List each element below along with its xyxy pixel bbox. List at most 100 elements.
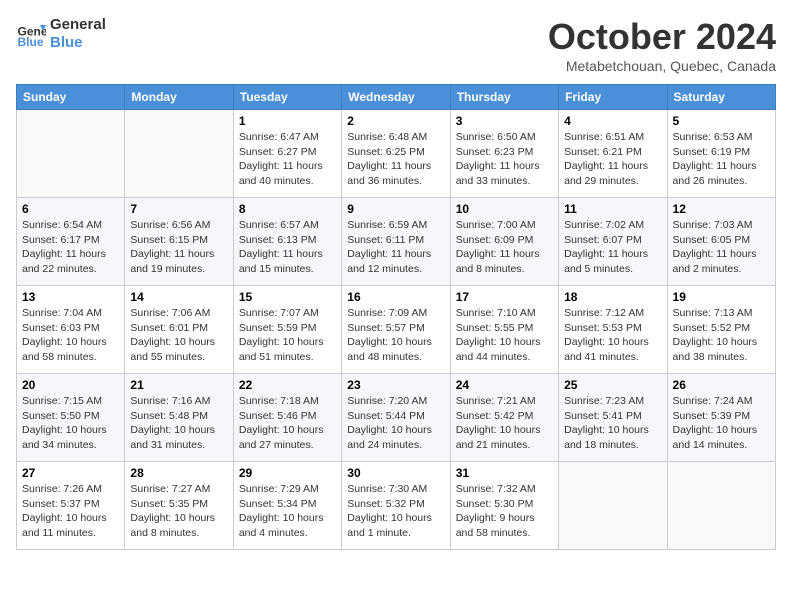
day-info: Sunrise: 7:29 AM Sunset: 5:34 PM Dayligh… xyxy=(239,482,336,541)
day-of-week-header: Friday xyxy=(559,85,667,110)
day-number: 16 xyxy=(347,290,444,304)
day-number: 19 xyxy=(673,290,770,304)
calendar-day-cell: 10 Sunrise: 7:00 AM Sunset: 6:09 PM Dayli… xyxy=(450,198,558,286)
day-number: 1 xyxy=(239,114,336,128)
day-info: Sunrise: 7:10 AM Sunset: 5:55 PM Dayligh… xyxy=(456,306,553,365)
calendar-week-row: 6 Sunrise: 6:54 AM Sunset: 6:17 PM Daylig… xyxy=(17,198,776,286)
day-of-week-header: Saturday xyxy=(667,85,775,110)
calendar-day-cell: 2 Sunrise: 6:48 AM Sunset: 6:25 PM Daylig… xyxy=(342,110,450,198)
day-info: Sunrise: 7:02 AM Sunset: 6:07 PM Dayligh… xyxy=(564,218,661,277)
day-number: 27 xyxy=(22,466,119,480)
calendar-week-row: 1 Sunrise: 6:47 AM Sunset: 6:27 PM Daylig… xyxy=(17,110,776,198)
day-number: 14 xyxy=(130,290,227,304)
calendar-header-row: SundayMondayTuesdayWednesdayThursdayFrid… xyxy=(17,85,776,110)
calendar-week-row: 27 Sunrise: 7:26 AM Sunset: 5:37 PM Dayli… xyxy=(17,462,776,550)
day-number: 8 xyxy=(239,202,336,216)
day-number: 24 xyxy=(456,378,553,392)
location-subtitle: Metabetchouan, Quebec, Canada xyxy=(548,58,776,74)
day-number: 26 xyxy=(673,378,770,392)
day-number: 25 xyxy=(564,378,661,392)
day-info: Sunrise: 7:30 AM Sunset: 5:32 PM Dayligh… xyxy=(347,482,444,541)
calendar-day-cell: 26 Sunrise: 7:24 AM Sunset: 5:39 PM Dayli… xyxy=(667,374,775,462)
calendar-day-cell: 12Sunrise: 7:03 AM Sunset: 6:05 PM Dayli… xyxy=(667,198,775,286)
calendar-day-cell xyxy=(17,110,125,198)
logo-line1: General xyxy=(50,16,106,34)
calendar-table: SundayMondayTuesdayWednesdayThursdayFrid… xyxy=(16,84,776,550)
day-number: 22 xyxy=(239,378,336,392)
calendar-day-cell: 28 Sunrise: 7:27 AM Sunset: 5:35 PM Dayli… xyxy=(125,462,233,550)
calendar-day-cell: 6 Sunrise: 6:54 AM Sunset: 6:17 PM Daylig… xyxy=(17,198,125,286)
calendar-day-cell xyxy=(667,462,775,550)
day-number: 15 xyxy=(239,290,336,304)
day-info: Sunrise: 6:57 AM Sunset: 6:13 PM Dayligh… xyxy=(239,218,336,277)
day-number: 31 xyxy=(456,466,553,480)
day-number: 11 xyxy=(564,202,661,216)
calendar-day-cell: 27 Sunrise: 7:26 AM Sunset: 5:37 PM Dayli… xyxy=(17,462,125,550)
day-info: Sunrise: 6:51 AM Sunset: 6:21 PM Dayligh… xyxy=(564,130,661,189)
calendar-day-cell: 9 Sunrise: 6:59 AM Sunset: 6:11 PM Daylig… xyxy=(342,198,450,286)
day-info: Sunrise: 7:24 AM Sunset: 5:39 PM Dayligh… xyxy=(673,394,770,453)
day-number: 2 xyxy=(347,114,444,128)
calendar-day-cell: 22Sunrise: 7:18 AM Sunset: 5:46 PM Dayli… xyxy=(233,374,341,462)
calendar-day-cell xyxy=(559,462,667,550)
day-info: Sunrise: 7:32 AM Sunset: 5:30 PM Dayligh… xyxy=(456,482,553,541)
month-title: October 2024 xyxy=(548,16,776,58)
calendar-day-cell: 8 Sunrise: 6:57 AM Sunset: 6:13 PM Daylig… xyxy=(233,198,341,286)
calendar-day-cell: 5 Sunrise: 6:53 AM Sunset: 6:19 PM Daylig… xyxy=(667,110,775,198)
day-number: 10 xyxy=(456,202,553,216)
day-number: 17 xyxy=(456,290,553,304)
day-info: Sunrise: 7:06 AM Sunset: 6:01 PM Dayligh… xyxy=(130,306,227,365)
day-info: Sunrise: 7:15 AM Sunset: 5:50 PM Dayligh… xyxy=(22,394,119,453)
day-number: 28 xyxy=(130,466,227,480)
calendar-week-row: 20Sunrise: 7:15 AM Sunset: 5:50 PM Dayli… xyxy=(17,374,776,462)
day-info: Sunrise: 6:56 AM Sunset: 6:15 PM Dayligh… xyxy=(130,218,227,277)
day-info: Sunrise: 7:27 AM Sunset: 5:35 PM Dayligh… xyxy=(130,482,227,541)
calendar-body: 1 Sunrise: 6:47 AM Sunset: 6:27 PM Daylig… xyxy=(17,110,776,550)
day-info: Sunrise: 7:23 AM Sunset: 5:41 PM Dayligh… xyxy=(564,394,661,453)
day-info: Sunrise: 6:54 AM Sunset: 6:17 PM Dayligh… xyxy=(22,218,119,277)
day-info: Sunrise: 7:09 AM Sunset: 5:57 PM Dayligh… xyxy=(347,306,444,365)
day-info: Sunrise: 7:03 AM Sunset: 6:05 PM Dayligh… xyxy=(673,218,770,277)
calendar-day-cell: 29Sunrise: 7:29 AM Sunset: 5:34 PM Dayli… xyxy=(233,462,341,550)
day-info: Sunrise: 7:12 AM Sunset: 5:53 PM Dayligh… xyxy=(564,306,661,365)
day-number: 21 xyxy=(130,378,227,392)
day-info: Sunrise: 7:04 AM Sunset: 6:03 PM Dayligh… xyxy=(22,306,119,365)
day-number: 9 xyxy=(347,202,444,216)
day-info: Sunrise: 7:16 AM Sunset: 5:48 PM Dayligh… xyxy=(130,394,227,453)
day-info: Sunrise: 6:53 AM Sunset: 6:19 PM Dayligh… xyxy=(673,130,770,189)
calendar-day-cell: 23 Sunrise: 7:20 AM Sunset: 5:44 PM Dayli… xyxy=(342,374,450,462)
day-number: 23 xyxy=(347,378,444,392)
calendar-day-cell: 18 Sunrise: 7:12 AM Sunset: 5:53 PM Dayli… xyxy=(559,286,667,374)
logo: General Blue General Blue xyxy=(16,16,106,52)
calendar-day-cell: 24Sunrise: 7:21 AM Sunset: 5:42 PM Dayli… xyxy=(450,374,558,462)
day-number: 6 xyxy=(22,202,119,216)
calendar-day-cell: 25 Sunrise: 7:23 AM Sunset: 5:41 PM Dayli… xyxy=(559,374,667,462)
calendar-day-cell xyxy=(125,110,233,198)
day-info: Sunrise: 7:20 AM Sunset: 5:44 PM Dayligh… xyxy=(347,394,444,453)
day-number: 7 xyxy=(130,202,227,216)
day-of-week-header: Thursday xyxy=(450,85,558,110)
calendar-day-cell: 11 Sunrise: 7:02 AM Sunset: 6:07 PM Dayli… xyxy=(559,198,667,286)
day-info: Sunrise: 6:50 AM Sunset: 6:23 PM Dayligh… xyxy=(456,130,553,189)
day-of-week-header: Tuesday xyxy=(233,85,341,110)
day-number: 3 xyxy=(456,114,553,128)
svg-text:Blue: Blue xyxy=(18,35,44,49)
calendar-day-cell: 15Sunrise: 7:07 AM Sunset: 5:59 PM Dayli… xyxy=(233,286,341,374)
day-of-week-header: Wednesday xyxy=(342,85,450,110)
day-number: 13 xyxy=(22,290,119,304)
day-info: Sunrise: 6:48 AM Sunset: 6:25 PM Dayligh… xyxy=(347,130,444,189)
calendar-day-cell: 7 Sunrise: 6:56 AM Sunset: 6:15 PM Daylig… xyxy=(125,198,233,286)
day-info: Sunrise: 7:00 AM Sunset: 6:09 PM Dayligh… xyxy=(456,218,553,277)
day-info: Sunrise: 6:47 AM Sunset: 6:27 PM Dayligh… xyxy=(239,130,336,189)
calendar-day-cell: 14 Sunrise: 7:06 AM Sunset: 6:01 PM Dayli… xyxy=(125,286,233,374)
day-number: 5 xyxy=(673,114,770,128)
title-block: October 2024 Metabetchouan, Quebec, Cana… xyxy=(548,16,776,74)
logo-icon: General Blue xyxy=(16,19,46,49)
day-info: Sunrise: 7:26 AM Sunset: 5:37 PM Dayligh… xyxy=(22,482,119,541)
day-number: 18 xyxy=(564,290,661,304)
day-of-week-header: Monday xyxy=(125,85,233,110)
calendar-day-cell: 30Sunrise: 7:30 AM Sunset: 5:32 PM Dayli… xyxy=(342,462,450,550)
calendar-day-cell: 21 Sunrise: 7:16 AM Sunset: 5:48 PM Dayli… xyxy=(125,374,233,462)
calendar-day-cell: 20Sunrise: 7:15 AM Sunset: 5:50 PM Dayli… xyxy=(17,374,125,462)
day-info: Sunrise: 6:59 AM Sunset: 6:11 PM Dayligh… xyxy=(347,218,444,277)
